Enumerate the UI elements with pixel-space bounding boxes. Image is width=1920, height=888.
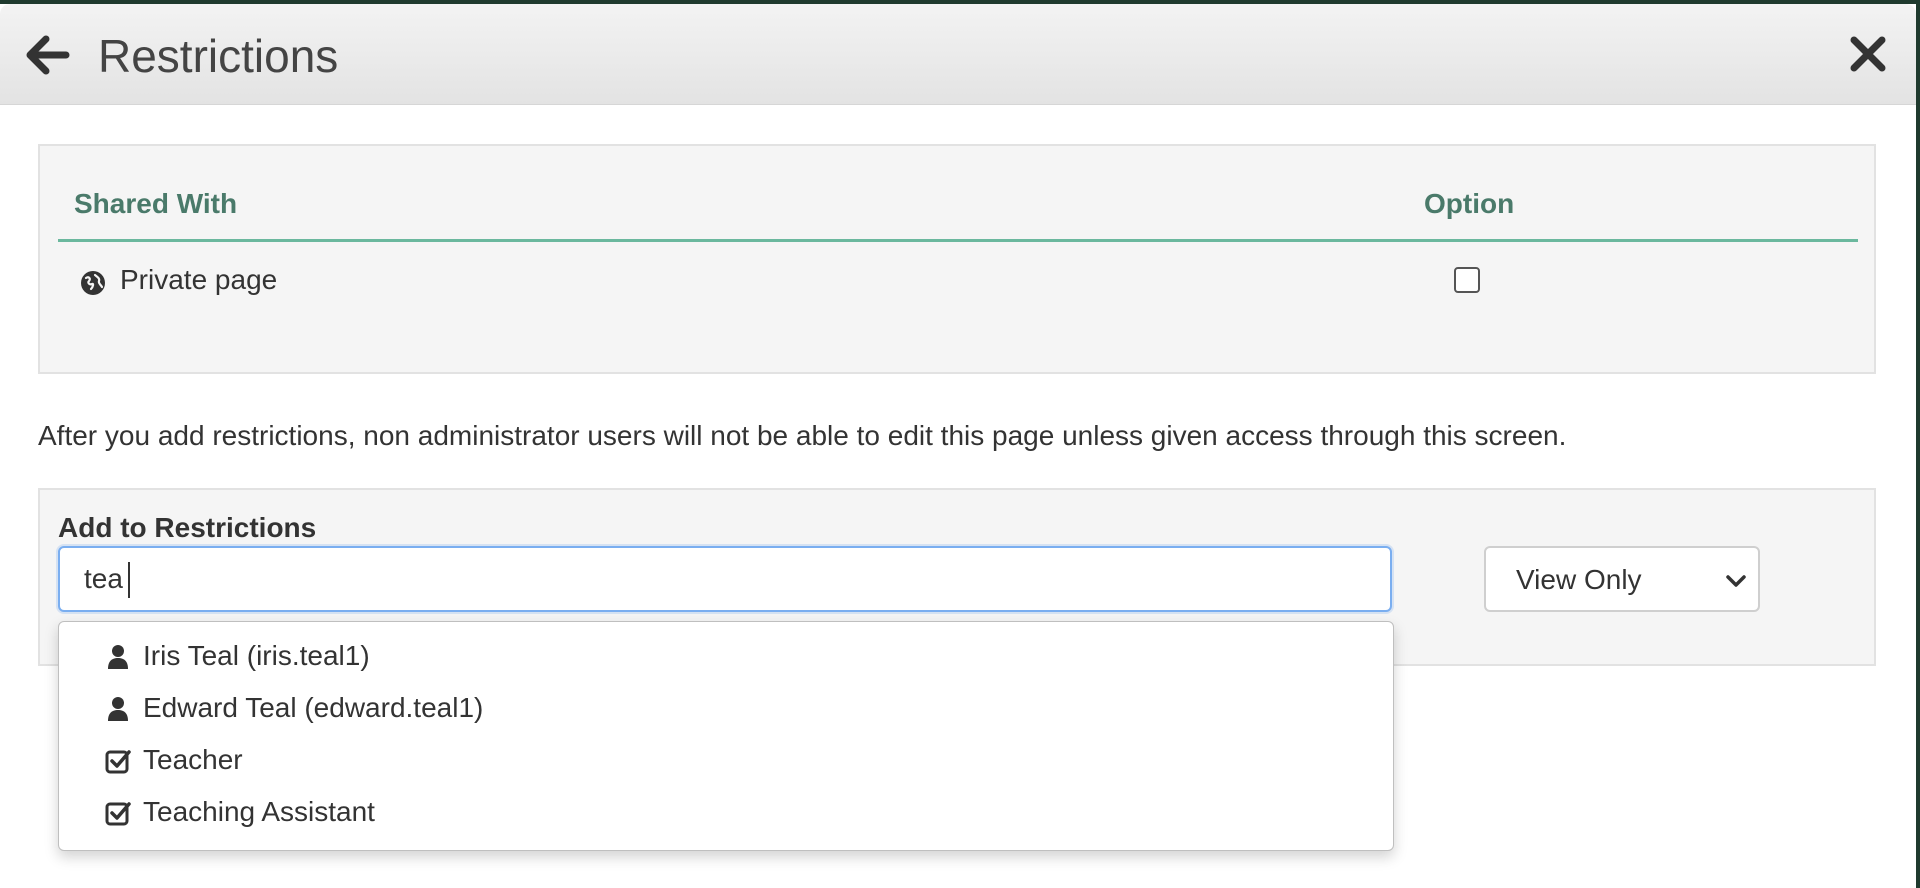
restrictions-modal: Restrictions Shared With Option Private … — [0, 4, 1916, 888]
modal-title: Restrictions — [98, 30, 339, 82]
private-page-checkbox[interactable] — [1454, 267, 1480, 293]
permission-select[interactable]: View Only — [1484, 546, 1760, 612]
close-icon — [1850, 36, 1886, 72]
user-icon — [108, 697, 128, 721]
close-button[interactable] — [1846, 32, 1890, 76]
suggestions-dropdown: Iris Teal (iris.teal1) Edward Teal (edwa… — [58, 621, 1394, 851]
permission-select-value: View Only — [1516, 564, 1642, 595]
globe-icon — [81, 271, 105, 295]
suggestion-label: Teacher — [143, 744, 243, 775]
column-header-shared-with: Shared With — [74, 188, 238, 219]
user-icon — [108, 645, 128, 669]
text-caret — [128, 562, 130, 598]
chevron-down-icon — [1726, 575, 1746, 587]
modal-header: Restrictions — [0, 4, 1916, 105]
suggestion-item-teaching-assistant[interactable]: Teaching Assistant — [59, 788, 1393, 840]
table-header-divider — [58, 239, 1858, 242]
suggestion-item-iris-teal[interactable]: Iris Teal (iris.teal1) — [59, 632, 1393, 684]
suggestion-label: Edward Teal (edward.teal1) — [143, 692, 484, 723]
checkbox-icon — [105, 802, 131, 826]
shared-with-table: Shared With Option Private page — [38, 144, 1876, 374]
suggestion-label: Iris Teal (iris.teal1) — [143, 640, 370, 671]
private-page-label: Private page — [120, 264, 278, 295]
window-right-edge — [1916, 0, 1920, 888]
restriction-search-input[interactable]: tea — [58, 546, 1392, 612]
arrow-left-icon — [26, 35, 70, 75]
back-button[interactable] — [22, 30, 72, 80]
column-header-option: Option — [1424, 188, 1515, 219]
search-input-value: tea — [84, 563, 123, 594]
suggestion-label: Teaching Assistant — [143, 796, 375, 827]
suggestion-item-edward-teal[interactable]: Edward Teal (edward.teal1) — [59, 684, 1393, 736]
add-restrictions-label: Add to Restrictions — [58, 512, 317, 543]
restrictions-notice: After you add restrictions, non administ… — [38, 420, 1567, 451]
suggestion-item-teacher[interactable]: Teacher — [59, 736, 1393, 788]
checkbox-icon — [105, 750, 131, 774]
